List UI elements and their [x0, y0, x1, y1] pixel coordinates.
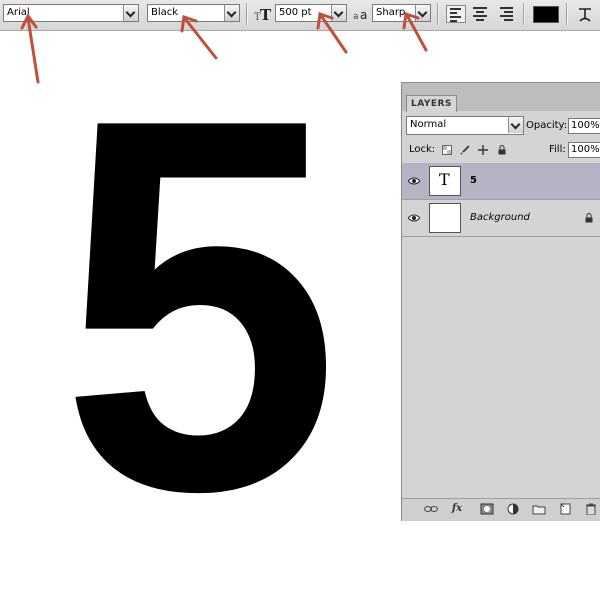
layer-row-5[interactable]: T 5	[402, 163, 600, 200]
lock-transparency-icon[interactable]	[442, 145, 452, 155]
fx-icon[interactable]: fx	[450, 503, 464, 515]
lock-label: Lock:	[409, 144, 436, 155]
opacity-field[interactable]: 100%	[568, 118, 600, 134]
layers-panel-tabbar: LAYERS	[402, 83, 600, 112]
fill-field[interactable]: 100%	[568, 142, 600, 158]
layer-name: Background	[470, 212, 530, 223]
annotation-arrow	[406, 15, 428, 52]
layers-panel: LAYERS Normal Opacity: 100% Lock: Fill: …	[401, 82, 600, 521]
lock-pixels-brush-icon[interactable]	[460, 145, 470, 155]
layer-row-background[interactable]: Background	[402, 200, 600, 237]
blend-mode-select[interactable]: Normal	[406, 116, 524, 135]
lock-all-icon[interactable]	[497, 145, 507, 155]
layer-name: 5	[470, 175, 477, 186]
eye-icon[interactable]	[407, 213, 421, 223]
adjustment-icon[interactable]	[506, 503, 520, 515]
layer-thumbnail	[429, 203, 461, 233]
fill-label: Fill:	[549, 144, 566, 155]
tab-layers[interactable]: LAYERS	[406, 95, 457, 112]
eye-icon[interactable]	[407, 176, 421, 186]
mask-icon[interactable]	[480, 503, 494, 515]
lock-icon	[584, 213, 594, 226]
opacity-label: Opacity:	[526, 120, 568, 131]
layer-thumbnail: T	[429, 166, 461, 196]
layers-panel-bottom-bar: fx	[402, 498, 600, 521]
lock-position-move-icon[interactable]	[478, 145, 488, 155]
group-icon[interactable]	[532, 503, 546, 515]
type-layer-glyph: T	[439, 170, 450, 189]
blend-mode-value: Normal	[410, 119, 447, 130]
trash-icon[interactable]	[584, 503, 598, 516]
canvas-text-five[interactable]: 5	[60, 40, 340, 570]
link-icon[interactable]	[424, 503, 438, 515]
blend-mode-dropdown-button[interactable]	[508, 117, 523, 133]
new-layer-icon[interactable]	[558, 503, 572, 515]
